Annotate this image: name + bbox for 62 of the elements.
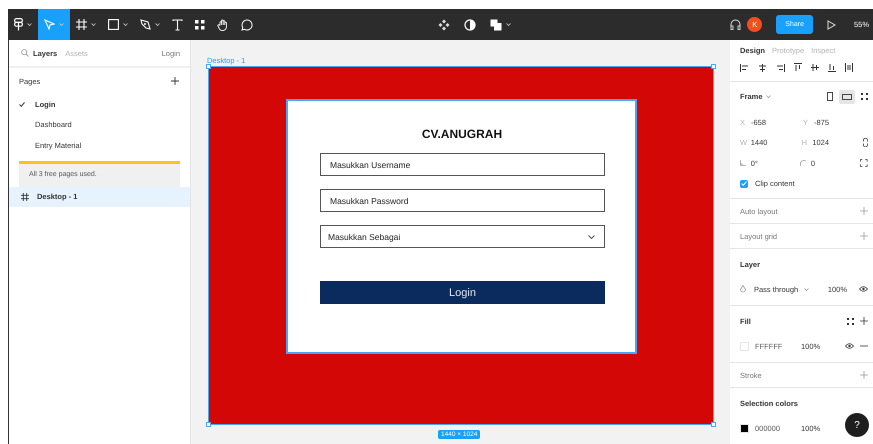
input-field[interactable]: Masukkan Password	[320, 189, 605, 212]
resize-handle[interactable]	[206, 422, 211, 427]
color-swatch[interactable]	[740, 342, 749, 351]
hand-icon	[217, 18, 229, 30]
landscape-icon	[842, 94, 852, 100]
chevron-icon	[766, 95, 771, 98]
style-grid-icon[interactable]	[847, 318, 854, 325]
resize-handle[interactable]	[206, 64, 211, 69]
align-middle-icon[interactable]	[811, 63, 819, 72]
distribute-icon[interactable]	[845, 63, 853, 72]
desktop-frame[interactable]: CV.ANUGRAH Masukkan Username Masukkan Password Masukkan Sebagai Login	[208, 66, 714, 425]
boolean-icon	[490, 18, 502, 30]
constrain-icon[interactable]	[863, 138, 868, 148]
check-icon	[19, 102, 25, 107]
resize-handle[interactable]	[711, 64, 716, 69]
component-icon	[438, 18, 450, 30]
remove-icon[interactable]	[860, 345, 868, 348]
help-button[interactable]: ?	[845, 413, 869, 437]
form-title: CV.ANUGRAH	[420, 127, 504, 141]
caret-icon	[123, 23, 128, 26]
add-icon[interactable]	[860, 317, 868, 326]
caret-icon	[59, 23, 64, 26]
resize-icon[interactable]	[861, 93, 868, 100]
align-right-icon[interactable]	[776, 64, 785, 72]
add-icon[interactable]	[171, 77, 179, 85]
logo-icon	[14, 18, 23, 31]
search-icon[interactable]	[21, 49, 29, 57]
resize-handle[interactable]	[711, 422, 716, 427]
corner-radius-icon	[800, 160, 806, 166]
text-tool-icon	[172, 18, 183, 30]
angle-icon	[740, 160, 746, 166]
cursor-icon	[44, 19, 55, 30]
eye-icon[interactable]	[859, 286, 868, 292]
rectangle-icon	[108, 19, 119, 30]
grid-icon	[195, 20, 205, 30]
align-center-icon[interactable]	[758, 64, 767, 72]
caret-icon	[91, 23, 96, 26]
frame-icon	[76, 19, 87, 30]
portrait-icon[interactable]	[827, 92, 833, 102]
eye-icon[interactable]	[845, 343, 854, 350]
chevron-icon	[588, 234, 595, 238]
frame-icon	[21, 192, 29, 200]
checkbox[interactable]	[740, 180, 748, 188]
input-field[interactable]: Masukkan Username	[320, 153, 605, 176]
contrast-icon	[464, 18, 476, 30]
align-top-icon[interactable]	[794, 63, 802, 72]
caret-icon	[27, 23, 32, 26]
landscape-button[interactable]	[839, 90, 855, 104]
dropdown-field[interactable]: Masukkan Sebagai	[320, 225, 605, 248]
comment-icon	[241, 18, 253, 30]
play-icon[interactable]	[826, 20, 836, 30]
pen-icon	[140, 19, 151, 30]
align-bottom-icon[interactable]	[828, 63, 836, 72]
color-swatch[interactable]	[740, 424, 749, 433]
headphones-icon[interactable]	[730, 19, 742, 30]
drop-icon	[740, 285, 746, 294]
caret-icon	[155, 23, 160, 26]
corners-icon[interactable]	[860, 159, 868, 168]
caret-icon	[506, 23, 511, 26]
align-left-icon[interactable]	[740, 64, 749, 72]
login-button[interactable]: Login	[320, 281, 605, 304]
chevron-icon	[804, 288, 810, 291]
